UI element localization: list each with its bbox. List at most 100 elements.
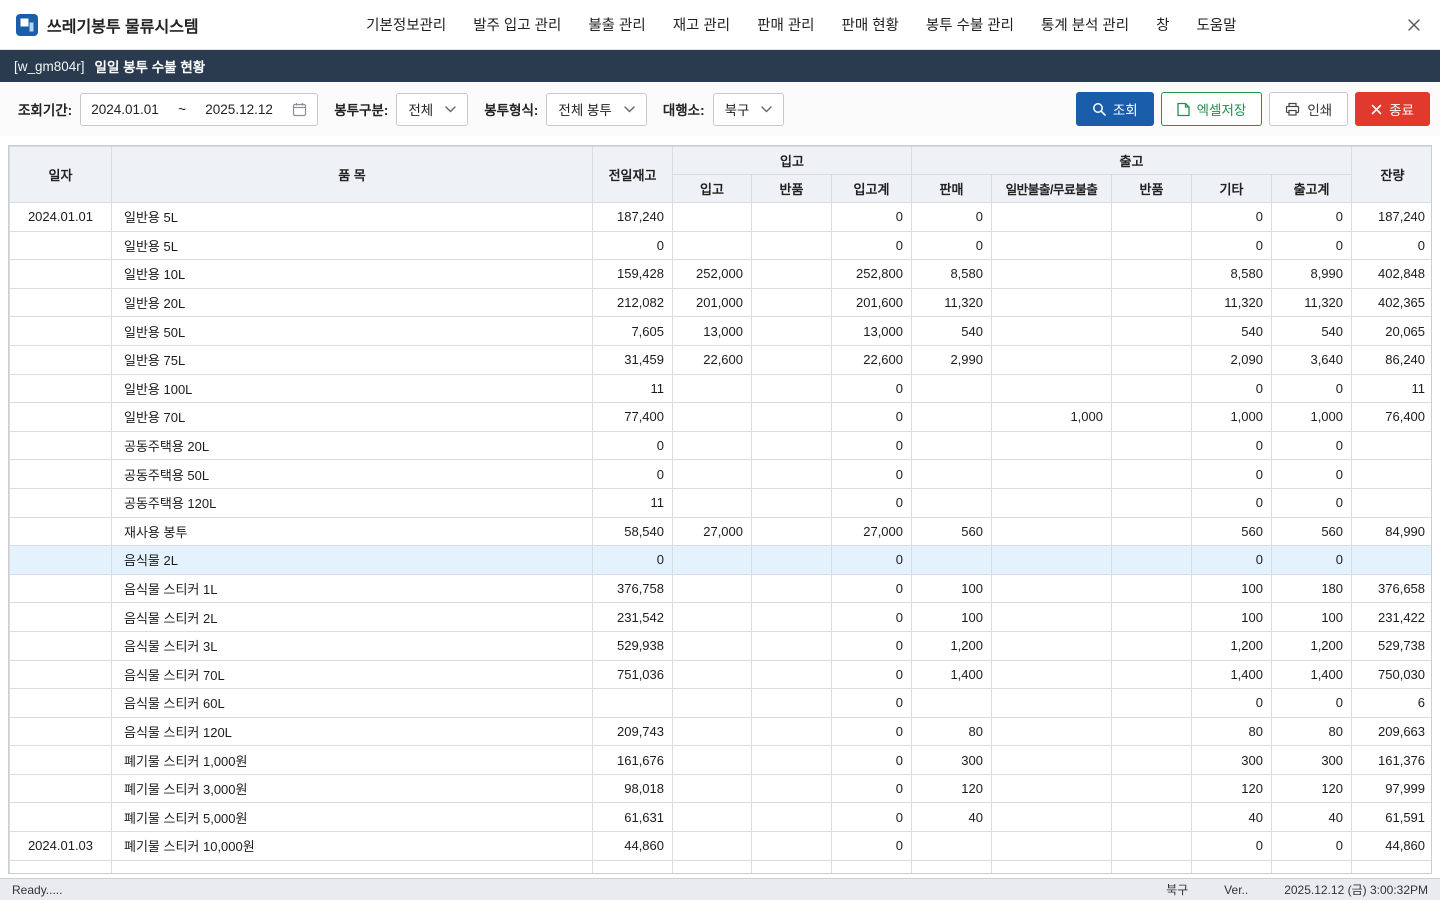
cell-inbound-return [752, 603, 832, 632]
cell-inbound-total: 0 [832, 403, 912, 432]
cell-remaining: 187,240 [1352, 203, 1432, 232]
date-to-value[interactable]: 2025.12.12 [205, 102, 273, 117]
menu-item-basic-info[interactable]: 기본정보관리 [366, 14, 446, 35]
table-row[interactable]: 일반용 75L31,45922,60022,6002,9902,0903,640… [10, 345, 1433, 374]
cell-remaining: 209,663 [1352, 717, 1432, 746]
col-header-remaining[interactable]: 잔량 [1352, 147, 1432, 203]
date-from-value[interactable]: 2024.01.01 [91, 102, 159, 117]
cell-etc: 540 [1192, 317, 1272, 346]
calendar-icon[interactable] [292, 102, 307, 117]
cell-date [10, 345, 112, 374]
col-header-prev-stock[interactable]: 전일재고 [593, 147, 673, 203]
cell-inbound-return [752, 374, 832, 403]
table-row[interactable]: 공동주택용 50L0000 [10, 460, 1433, 489]
col-header-item[interactable]: 품 목 [112, 147, 593, 203]
menu-item-help[interactable]: 도움말 [1196, 14, 1236, 35]
table-row[interactable]: 일반용 100L1100011 [10, 374, 1433, 403]
col-header-outbound-return[interactable]: 반품 [1112, 175, 1192, 203]
cell-inbound-total: 22,600 [832, 345, 912, 374]
cell-etc: 8,580 [1192, 260, 1272, 289]
cell-inbound-total: 0 [832, 488, 912, 517]
cell-etc: 0 [1192, 689, 1272, 718]
table-row[interactable]: 일반용 5L000000 [10, 231, 1433, 260]
menu-item-sales-status[interactable]: 판매 현황 [842, 14, 899, 35]
table-row[interactable]: 2024.01.03폐기물 스티커 10,000원44,86000044,860 [10, 832, 1433, 861]
col-header-sales[interactable]: 판매 [912, 175, 992, 203]
cell-inbound-return [752, 546, 832, 575]
menu-item-window[interactable]: 창 [1156, 14, 1169, 35]
cell-general-free-out [992, 345, 1112, 374]
table-row[interactable]: 음식물 스티커 60L0006 [10, 689, 1433, 718]
cell-general-free-out [992, 574, 1112, 603]
cell-outbound-return [1112, 803, 1192, 832]
menu-item-inventory[interactable]: 재고 관리 [673, 14, 730, 35]
table-row[interactable]: 일반용 10L159,428252,000252,8008,5808,5808,… [10, 260, 1433, 289]
date-range-input[interactable]: 2024.01.01 ~ 2025.12.12 [80, 93, 318, 126]
cell-prev-stock: 376,758 [593, 574, 673, 603]
table-row[interactable]: 일반용 20L212,082201,000201,60011,32011,320… [10, 288, 1433, 317]
col-header-general-free-out[interactable]: 일반불출/무료불출 [992, 175, 1112, 203]
col-header-outbound-total[interactable]: 출고계 [1272, 175, 1352, 203]
table-row[interactable]: 음식물 스티커 1L376,7580100100180376,658 [10, 574, 1433, 603]
table-row[interactable]: 음식물 스티커 3L529,93801,2001,2001,200529,738 [10, 631, 1433, 660]
print-button[interactable]: 인쇄 [1269, 92, 1348, 126]
menu-item-bag-ledger[interactable]: 봉투 수불 관리 [926, 14, 1014, 35]
table-row[interactable]: 음식물 스티커 70L751,03601,4001,4001,400750,03… [10, 660, 1433, 689]
cell-inbound-total: 0 [832, 660, 912, 689]
cell-outbound-total: 80 [1272, 717, 1352, 746]
window-close-icon[interactable] [1404, 15, 1424, 35]
table-row[interactable]: 음식물 2L0000 [10, 546, 1433, 575]
cell-outbound-total: 0 [1272, 488, 1352, 517]
menu-item-dispense[interactable]: 불출 관리 [588, 14, 645, 35]
excel-save-button[interactable]: 엑셀저장 [1161, 92, 1263, 126]
table-row[interactable]: 폐기물 스티커 3,000원98,018012012012097,999 [10, 774, 1433, 803]
table-row[interactable]: 일반용 70L77,40001,0001,0001,00076,400 [10, 403, 1433, 432]
bag-type-select[interactable]: 전체 [396, 93, 468, 126]
cell-date [10, 803, 112, 832]
col-header-etc[interactable]: 기타 [1192, 175, 1272, 203]
table-row[interactable]: 일반용 50L7,60513,00013,00054054054020,065 [10, 317, 1433, 346]
cell-general-free-out [992, 517, 1112, 546]
table-row[interactable]: 공동주택용 120L11000 [10, 488, 1433, 517]
agency-select[interactable]: 북구 [713, 93, 785, 126]
table-row[interactable] [10, 860, 1433, 874]
cell-inbound-total: 252,800 [832, 260, 912, 289]
table-row[interactable]: 음식물 스티커 2L231,5420100100100231,422 [10, 603, 1433, 632]
cell-inbound-total: 0 [832, 832, 912, 861]
table-row[interactable]: 음식물 스티커 120L209,7430808080209,663 [10, 717, 1433, 746]
cell-inbound: 201,000 [673, 288, 752, 317]
cell-inbound-total: 0 [832, 574, 912, 603]
cell-item: 일반용 5L [112, 231, 593, 260]
cell-date [10, 689, 112, 718]
cell-etc: 1,200 [1192, 631, 1272, 660]
cell-inbound: 252,000 [673, 260, 752, 289]
cell-inbound-total: 0 [832, 689, 912, 718]
menu-item-stats[interactable]: 통계 분석 관리 [1041, 14, 1129, 35]
bag-format-select[interactable]: 전체 봉투 [546, 93, 646, 126]
cell-sales [912, 689, 992, 718]
col-header-inbound[interactable]: 입고 [673, 175, 752, 203]
cell-sales [912, 860, 992, 874]
col-header-date[interactable]: 일자 [10, 147, 112, 203]
cell-general-free-out [992, 288, 1112, 317]
table-row[interactable]: 2024.01.01일반용 5L187,2400000187,240 [10, 203, 1433, 232]
table-row[interactable]: 재사용 봉투58,54027,00027,00056056056084,990 [10, 517, 1433, 546]
cell-sales: 0 [912, 203, 992, 232]
menu-item-order-inbound[interactable]: 발주 입고 관리 [473, 14, 561, 35]
chevron-down-icon [445, 106, 456, 113]
cell-outbound-return [1112, 746, 1192, 775]
menu-item-sales-mgmt[interactable]: 판매 관리 [757, 14, 814, 35]
cell-etc: 100 [1192, 574, 1272, 603]
col-header-inbound-total[interactable]: 입고계 [832, 175, 912, 203]
cell-inbound-total: 0 [832, 460, 912, 489]
cell-remaining [1352, 488, 1432, 517]
col-header-inbound-return[interactable]: 반품 [752, 175, 832, 203]
table-row[interactable]: 폐기물 스티커 1,000원161,6760300300300161,376 [10, 746, 1433, 775]
table-row[interactable]: 공동주택용 20L0000 [10, 431, 1433, 460]
cell-inbound-total: 0 [832, 774, 912, 803]
search-button[interactable]: 조회 [1076, 92, 1154, 126]
table-row[interactable]: 폐기물 스티커 5,000원61,631040404061,591 [10, 803, 1433, 832]
cell-date [10, 860, 112, 874]
exit-button[interactable]: 종료 [1355, 92, 1430, 126]
cell-item: 일반용 70L [112, 403, 593, 432]
